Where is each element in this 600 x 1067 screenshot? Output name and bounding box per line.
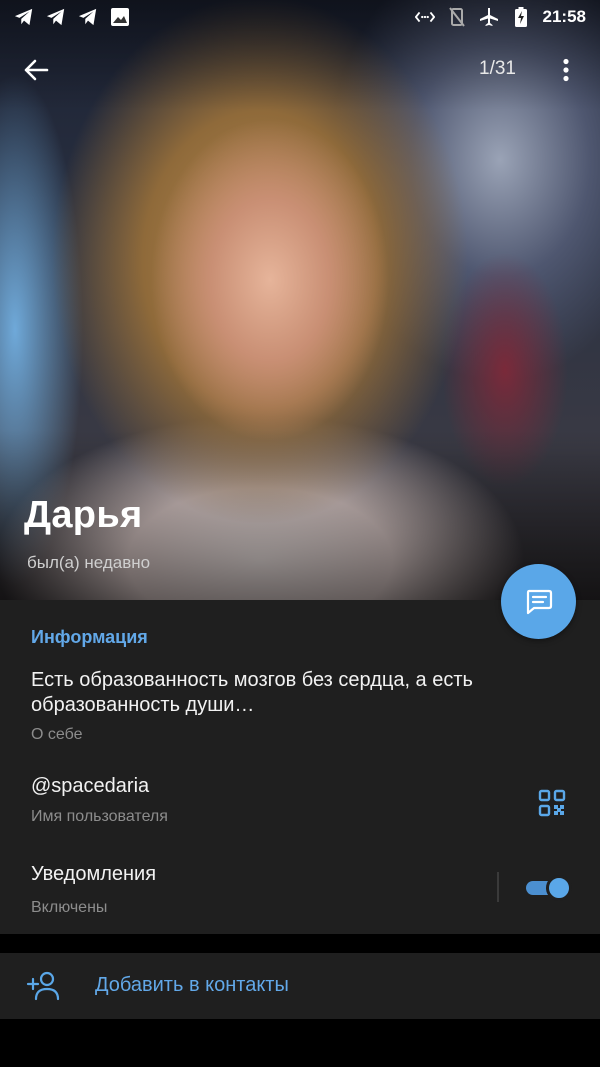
more-options-button[interactable] (548, 52, 584, 88)
add-contact-label: Добавить в контакты (95, 974, 289, 996)
vertical-divider (497, 872, 499, 902)
status-bar: 21:58 (0, 0, 600, 34)
clock: 21:58 (542, 7, 586, 26)
telegram-icon (46, 7, 66, 27)
telegram-icon (14, 7, 34, 27)
last-seen-status: был(а) недавно (27, 553, 151, 572)
telegram-icon (78, 7, 98, 27)
photo-counter: 1/31 (479, 58, 516, 79)
back-button[interactable] (18, 52, 54, 88)
username-label: Имя пользователя (31, 808, 168, 825)
image-icon (110, 7, 130, 27)
bottom-area (0, 1019, 600, 1067)
profile-name: Дарья (24, 494, 143, 536)
section-gap (0, 934, 600, 953)
add-user-icon (26, 969, 62, 1003)
notification-icons (14, 7, 130, 27)
bio-text[interactable]: Есть образованность мозгов без сердца, а… (31, 668, 551, 718)
add-contact-row[interactable]: Добавить в контакты (0, 953, 600, 1019)
qr-code-icon (538, 789, 566, 817)
airplane-icon (479, 7, 499, 27)
arrow-left-icon (24, 59, 49, 81)
notifications-title[interactable]: Уведомления (31, 863, 156, 886)
toggle-knob (546, 875, 572, 901)
message-icon (526, 589, 552, 614)
qr-code-button[interactable] (533, 784, 571, 822)
notifications-state: Включены (31, 899, 108, 916)
username-value[interactable]: @spacedaria (31, 775, 149, 798)
info-section: Информация Есть образованность мозгов бе… (0, 600, 600, 934)
bio-label: О себе (31, 726, 83, 743)
info-section-title: Информация (31, 627, 148, 647)
nfc-icon (414, 7, 435, 27)
photo-toolbar: 1/31 (0, 44, 600, 96)
more-vertical-icon (563, 58, 569, 82)
system-icons: 21:58 (414, 7, 586, 27)
vibrate-icon (447, 7, 467, 27)
battery-charging-icon (511, 7, 531, 27)
notifications-toggle[interactable] (526, 875, 572, 901)
message-button[interactable] (501, 564, 576, 639)
